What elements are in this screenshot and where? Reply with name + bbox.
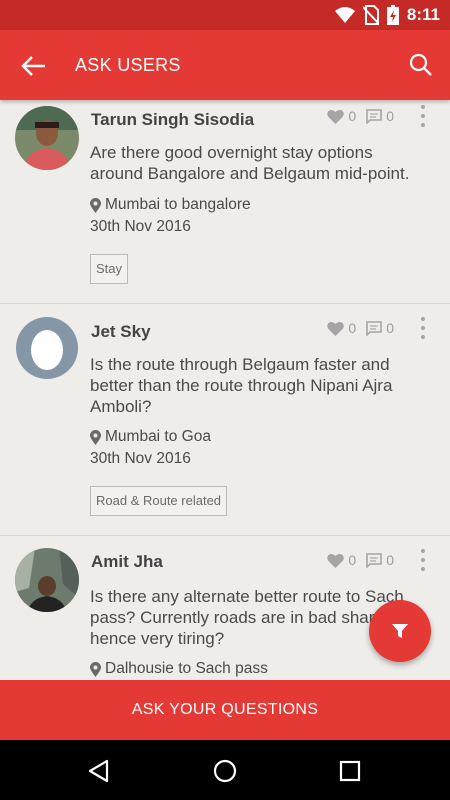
status-time: 8:11 bbox=[406, 5, 440, 24]
dot bbox=[421, 105, 425, 109]
comment-icon bbox=[366, 552, 383, 568]
post-stats: 0 0 bbox=[327, 108, 394, 124]
dot bbox=[421, 326, 425, 330]
nav-recents-button[interactable] bbox=[337, 758, 363, 784]
dot bbox=[421, 549, 425, 553]
dot bbox=[421, 567, 425, 571]
category-tag[interactable]: Stay bbox=[90, 254, 129, 284]
nav-home-button[interactable] bbox=[212, 758, 238, 784]
back-button[interactable] bbox=[18, 51, 48, 81]
avatar[interactable] bbox=[15, 106, 79, 170]
avatar[interactable] bbox=[16, 317, 78, 379]
question-card[interactable]: Tarun Singh Sisodia 0 0 Are there good o… bbox=[0, 100, 450, 304]
like-button[interactable]: 0 bbox=[327, 552, 356, 568]
user-photo-icon bbox=[15, 106, 79, 170]
route-label: Dalhousie to Sach pass bbox=[90, 660, 268, 678]
question-text[interactable]: Is the route through Belgaum faster and … bbox=[90, 354, 425, 417]
category-tag[interactable]: Road & Route related bbox=[90, 486, 228, 516]
ask-question-button[interactable]: ASK YOUR QUESTIONS bbox=[0, 680, 450, 740]
dot bbox=[421, 558, 425, 562]
app-bar: ASK USERS bbox=[0, 30, 450, 100]
route-text: Mumbai to Goa bbox=[105, 428, 211, 445]
wifi-icon bbox=[334, 7, 355, 23]
comment-icon bbox=[366, 108, 383, 124]
location-pin-icon bbox=[90, 429, 101, 445]
dot bbox=[421, 317, 425, 321]
heart-icon bbox=[327, 553, 345, 568]
dot bbox=[421, 114, 425, 118]
question-text[interactable]: Are there good overnight stay options ar… bbox=[90, 142, 425, 184]
location-pin-icon bbox=[90, 197, 101, 213]
location-pin-icon bbox=[90, 661, 101, 677]
default-avatar-icon bbox=[16, 317, 78, 379]
comment-button[interactable]: 0 bbox=[366, 320, 394, 336]
like-button[interactable]: 0 bbox=[327, 320, 356, 336]
post-stats: 0 0 bbox=[327, 552, 394, 568]
comment-count: 0 bbox=[386, 108, 394, 124]
comment-count: 0 bbox=[386, 320, 394, 336]
route-text: Dalhousie to Sach pass bbox=[105, 660, 268, 677]
route-label: Mumbai to Goa bbox=[90, 428, 211, 446]
triangle-back-icon bbox=[88, 759, 109, 783]
route-text: Mumbai to bangalore bbox=[105, 196, 251, 213]
questions-feed[interactable]: Tarun Singh Sisodia 0 0 Are there good o… bbox=[0, 100, 450, 680]
route-label: Mumbai to bangalore bbox=[90, 196, 251, 214]
more-options-button[interactable] bbox=[418, 317, 428, 339]
circle-home-icon bbox=[213, 759, 237, 783]
comment-button[interactable]: 0 bbox=[366, 108, 394, 124]
navigation-bar bbox=[0, 740, 450, 800]
user-name[interactable]: Jet Sky bbox=[91, 322, 151, 342]
more-options-button[interactable] bbox=[418, 105, 428, 127]
like-count: 0 bbox=[348, 552, 357, 568]
no-sim-icon bbox=[362, 5, 379, 25]
filter-button[interactable] bbox=[369, 600, 431, 662]
search-icon bbox=[409, 53, 432, 76]
heart-icon bbox=[327, 109, 345, 124]
comment-count: 0 bbox=[386, 552, 394, 568]
avatar[interactable] bbox=[15, 548, 79, 612]
more-options-button[interactable] bbox=[418, 549, 428, 571]
search-button[interactable] bbox=[408, 52, 434, 78]
comment-button[interactable]: 0 bbox=[366, 552, 394, 568]
like-count: 0 bbox=[348, 320, 357, 336]
status-icons: 8:11 bbox=[334, 5, 440, 25]
page-title: ASK USERS bbox=[75, 55, 181, 75]
like-count: 0 bbox=[348, 108, 357, 124]
arrow-back-icon bbox=[21, 56, 45, 76]
question-card[interactable]: Jet Sky 0 0 Is the route through Belgaum… bbox=[0, 304, 450, 536]
filter-icon bbox=[392, 624, 408, 638]
post-date: 30th Nov 2016 bbox=[90, 218, 191, 235]
status-bar: 8:11 bbox=[0, 0, 450, 30]
dot bbox=[421, 335, 425, 339]
post-stats: 0 0 bbox=[327, 320, 394, 336]
like-button[interactable]: 0 bbox=[327, 108, 356, 124]
post-date: 30th Nov 2016 bbox=[90, 450, 191, 467]
comment-icon bbox=[366, 320, 383, 336]
user-name[interactable]: Amit Jha bbox=[91, 552, 163, 572]
dot bbox=[421, 123, 425, 127]
square-recents-icon bbox=[339, 760, 361, 782]
battery-charging-icon bbox=[386, 5, 399, 25]
heart-icon bbox=[327, 321, 345, 336]
user-name[interactable]: Tarun Singh Sisodia bbox=[91, 110, 254, 130]
user-photo-icon bbox=[15, 548, 79, 612]
nav-back-button[interactable] bbox=[86, 758, 112, 784]
